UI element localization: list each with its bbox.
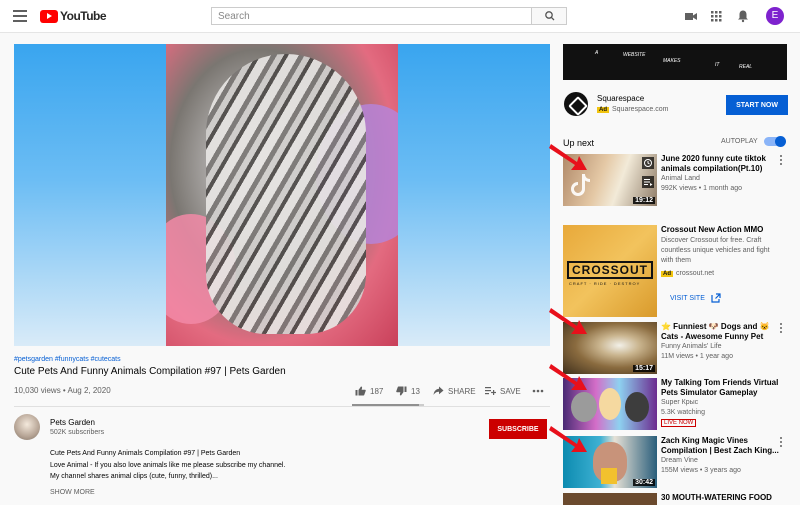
ad-banner-word: IT bbox=[715, 62, 720, 68]
red-arrow-annotation bbox=[549, 144, 587, 170]
search-button[interactable] bbox=[531, 7, 567, 25]
video-duration: 30:42 bbox=[633, 479, 655, 486]
more-actions-icon[interactable] bbox=[532, 389, 544, 393]
account-avatar[interactable]: E bbox=[766, 7, 784, 25]
red-arrow-annotation bbox=[549, 426, 587, 452]
video-meta: 11M views • 1 year ago bbox=[661, 353, 733, 360]
more-vert-icon[interactable] bbox=[777, 154, 785, 166]
ad-url: Ad crossout.net bbox=[661, 270, 714, 277]
ad-banner-word: MAKES bbox=[663, 58, 681, 64]
add-to-queue-icon[interactable] bbox=[642, 176, 654, 188]
video-hashtags[interactable]: #petsgarden #funnycats #cutecats bbox=[14, 356, 121, 363]
more-vert-icon[interactable] bbox=[777, 436, 785, 448]
top-bar: YouTube E bbox=[0, 0, 800, 33]
share-label: SHARE bbox=[448, 386, 476, 396]
save-label: SAVE bbox=[500, 386, 521, 396]
video-title[interactable]: My Talking Tom Friends Virtual Pets Simu… bbox=[661, 378, 779, 398]
share-icon bbox=[433, 386, 444, 395]
ad-banner-word: REAL bbox=[739, 64, 753, 70]
video-meta: 992K views • 1 month ago bbox=[661, 185, 743, 192]
video-frame-kitten bbox=[166, 44, 398, 346]
channel-avatar[interactable] bbox=[14, 414, 40, 440]
like-button[interactable]: 187 bbox=[355, 386, 383, 396]
ad-banner-word: A bbox=[595, 50, 599, 56]
visit-site-label: VISIT SITE bbox=[670, 294, 705, 302]
tiktok-icon bbox=[571, 174, 590, 196]
live-now-badge: LIVE NOW bbox=[661, 419, 697, 427]
recommendation-item[interactable]: 30:42 Zach King Magic Vines Compilation … bbox=[563, 436, 788, 490]
divider bbox=[14, 406, 550, 407]
recommendation-item[interactable]: 30 MOUTH-WATERING FOOD bbox=[563, 493, 788, 505]
video-title[interactable]: 30 MOUTH-WATERING FOOD bbox=[661, 493, 779, 503]
description-line: My channel shares animal clips (cute, fu… bbox=[50, 473, 218, 480]
video-camera-icon[interactable] bbox=[684, 9, 698, 23]
save-button[interactable]: SAVE bbox=[485, 386, 521, 396]
video-thumbnail[interactable] bbox=[563, 493, 657, 505]
ad-url-text: crossout.net bbox=[676, 270, 715, 277]
video-view-count: 10,030 views • Aug 2, 2020 bbox=[14, 386, 111, 395]
recommendation-item[interactable]: 19:12 June 2020 funny cute tiktok animal… bbox=[563, 154, 788, 208]
apps-icon[interactable] bbox=[709, 9, 723, 23]
playlist-add-icon bbox=[485, 387, 496, 395]
watch-later-icon[interactable] bbox=[642, 157, 654, 169]
ad-url-text: Squarespace.com bbox=[612, 106, 669, 113]
youtube-play-icon bbox=[40, 9, 58, 23]
video-title[interactable]: June 2020 funny cute tiktok animals comp… bbox=[661, 154, 779, 174]
video-player[interactable] bbox=[14, 44, 550, 346]
video-duration: 15:17 bbox=[633, 365, 655, 372]
autoplay-toggle[interactable] bbox=[764, 136, 786, 147]
visit-site-button[interactable]: VISIT SITE bbox=[670, 293, 721, 303]
ad-badge: Ad bbox=[597, 107, 609, 113]
search-icon bbox=[545, 11, 555, 21]
autoplay-label: AUTOPLAY bbox=[721, 138, 758, 145]
subscriber-count: 502K subscribers bbox=[50, 429, 105, 436]
crossout-ad-item[interactable]: Crossout New Action MMO Discover Crossou… bbox=[563, 225, 788, 285]
open-external-icon bbox=[711, 293, 721, 303]
ad-title[interactable]: Crossout New Action MMO bbox=[661, 225, 779, 235]
recommendation-item[interactable]: 15:17 ⭐ Funniest 🐶 Dogs and 😺 Cats - Awe… bbox=[563, 322, 788, 376]
bell-icon[interactable] bbox=[736, 9, 750, 23]
video-title[interactable]: ⭐ Funniest 🐶 Dogs and 😺 Cats - Awesome F… bbox=[661, 322, 779, 342]
thumbs-up-icon bbox=[355, 386, 366, 396]
channel-name[interactable]: Funny Animals' Life bbox=[661, 343, 721, 350]
ad-banner[interactable]: A WEBSITE MAKES IT REAL bbox=[563, 44, 787, 80]
video-duration: 19:12 bbox=[633, 197, 655, 204]
ad-advertiser-name[interactable]: Squarespace bbox=[597, 94, 644, 103]
start-now-button[interactable]: START NOW bbox=[726, 95, 788, 115]
more-vert-icon[interactable] bbox=[777, 322, 785, 334]
ad-description: Discover Crossout for free. Craft countl… bbox=[661, 237, 770, 264]
menu-icon[interactable] bbox=[13, 10, 27, 22]
dislike-button[interactable]: 13 bbox=[396, 386, 420, 396]
recommendation-item[interactable]: My Talking Tom Friends Virtual Pets Simu… bbox=[563, 378, 788, 432]
ad-url: Ad Squarespace.com bbox=[597, 106, 668, 113]
video-title: Cute Pets And Funny Animals Compilation … bbox=[14, 366, 286, 377]
ad-badge: Ad bbox=[661, 271, 673, 277]
channel-name[interactable]: Dream Vine bbox=[661, 457, 698, 464]
subscribe-button[interactable]: SUBSCRIBE bbox=[489, 419, 547, 439]
video-meta: 155M views • 3 years ago bbox=[661, 467, 741, 474]
channel-name[interactable]: Pets Garden bbox=[50, 418, 95, 427]
description-line: Cute Pets And Funny Animals Compilation … bbox=[50, 450, 241, 457]
logo-text: YouTube bbox=[60, 9, 107, 23]
dislike-count: 13 bbox=[411, 386, 420, 396]
channel-name[interactable]: Animal Land bbox=[661, 175, 700, 182]
like-count: 187 bbox=[370, 386, 384, 396]
youtube-logo[interactable]: YouTube bbox=[40, 9, 107, 23]
youtube-watch-page: YouTube E #petsgarden #funnycats #cuteca… bbox=[0, 0, 800, 505]
video-meta: 5.3K watching bbox=[661, 409, 705, 416]
description-line: Love Animal - If you also love animals l… bbox=[50, 462, 286, 469]
share-button[interactable]: SHARE bbox=[433, 386, 476, 396]
thumbs-down-icon bbox=[396, 386, 407, 396]
show-more-button[interactable]: SHOW MORE bbox=[50, 489, 95, 496]
channel-name[interactable]: Super Крыс bbox=[661, 399, 698, 406]
ad-banner-word: WEBSITE bbox=[623, 52, 646, 58]
red-arrow-annotation bbox=[549, 308, 587, 334]
squarespace-logo[interactable] bbox=[564, 92, 588, 116]
video-title[interactable]: Zach King Magic Vines Compilation | Best… bbox=[661, 436, 779, 456]
red-arrow-annotation bbox=[549, 364, 587, 390]
search-input[interactable] bbox=[211, 7, 532, 25]
